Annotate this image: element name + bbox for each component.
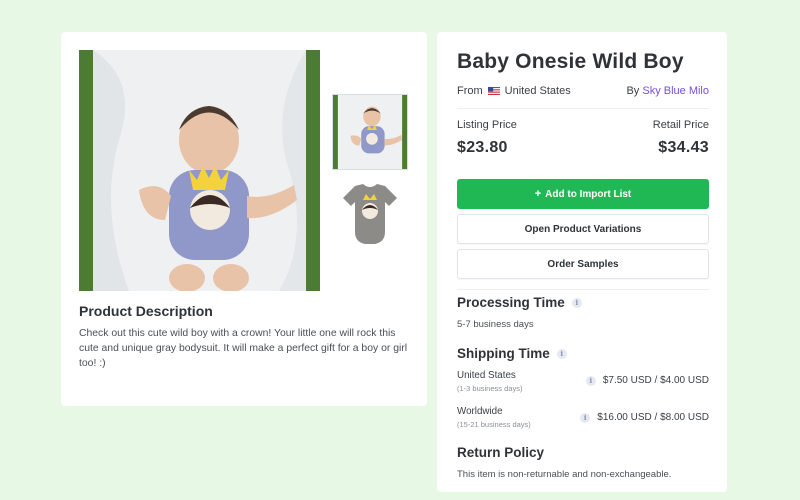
- main-product-photo[interactable]: [79, 50, 320, 291]
- shipping-price-value: $7.50 USD / $4.00 USD: [602, 375, 709, 386]
- shipping-time-title: Shipping Time: [457, 346, 550, 361]
- shipping-price-value: $16.00 USD / $8.00 USD: [597, 412, 709, 423]
- return-policy-heading: Return Policy: [457, 445, 544, 460]
- seller-info: By Sky Blue Milo: [626, 85, 709, 97]
- product-description-text: Check out this cute wild boy with a crow…: [79, 328, 408, 369]
- retail-price-value: $34.43: [658, 139, 709, 156]
- product-details-card: Baby Onesie Wild Boy From United States …: [437, 32, 727, 492]
- thumbnail-baby-photo[interactable]: [332, 94, 408, 170]
- divider: [457, 108, 709, 109]
- order-samples-label: Order Samples: [547, 258, 619, 270]
- origin-country: United States: [504, 85, 571, 97]
- order-samples-button[interactable]: Order Samples: [457, 249, 709, 279]
- open-product-variations-label: Open Product Variations: [524, 223, 642, 235]
- info-icon[interactable]: i: [585, 375, 596, 386]
- listing-price-label: Listing Price: [457, 119, 517, 131]
- product-title: Baby Onesie Wild Boy: [457, 50, 684, 73]
- info-icon[interactable]: i: [571, 297, 582, 308]
- seller-link[interactable]: Sky Blue Milo: [642, 85, 709, 97]
- add-to-import-list-button[interactable]: + Add to Import List: [457, 179, 709, 209]
- shipping-days: (15-21 business days): [457, 420, 531, 429]
- seller-prefix: By: [626, 85, 640, 97]
- product-media-card: Product Description Check out this cute …: [61, 32, 427, 406]
- return-policy-text: This item is non-returnable and non-exch…: [457, 469, 672, 480]
- product-origin: From United States: [457, 85, 571, 97]
- plus-icon: +: [534, 188, 542, 200]
- thumbnail-onesie-photo[interactable]: [341, 182, 399, 248]
- retail-price-label: Retail Price: [652, 119, 709, 131]
- shipping-region: Worldwide: [457, 406, 503, 417]
- processing-time-heading: Processing Time i: [457, 295, 582, 310]
- divider: [457, 289, 709, 290]
- processing-time-value: 5-7 business days: [457, 319, 534, 330]
- return-policy-title: Return Policy: [457, 445, 545, 460]
- shipping-price: i $7.50 USD / $4.00 USD: [585, 375, 709, 386]
- shipping-time-heading: Shipping Time i: [457, 346, 567, 361]
- info-icon[interactable]: i: [580, 412, 591, 423]
- shipping-days: (1-3 business days): [457, 384, 523, 393]
- add-to-import-list-label: Add to Import List: [545, 188, 632, 200]
- listing-price-value: $23.80: [457, 139, 508, 156]
- product-description-title: Product Description: [79, 303, 213, 319]
- shipping-price: i $16.00 USD / $8.00 USD: [580, 412, 709, 423]
- us-flag-icon: [487, 87, 500, 95]
- processing-time-title: Processing Time: [457, 295, 565, 310]
- open-product-variations-button[interactable]: Open Product Variations: [457, 214, 709, 244]
- origin-prefix: From: [457, 85, 483, 97]
- shipping-region: United States: [457, 370, 516, 381]
- info-icon[interactable]: i: [556, 348, 567, 359]
